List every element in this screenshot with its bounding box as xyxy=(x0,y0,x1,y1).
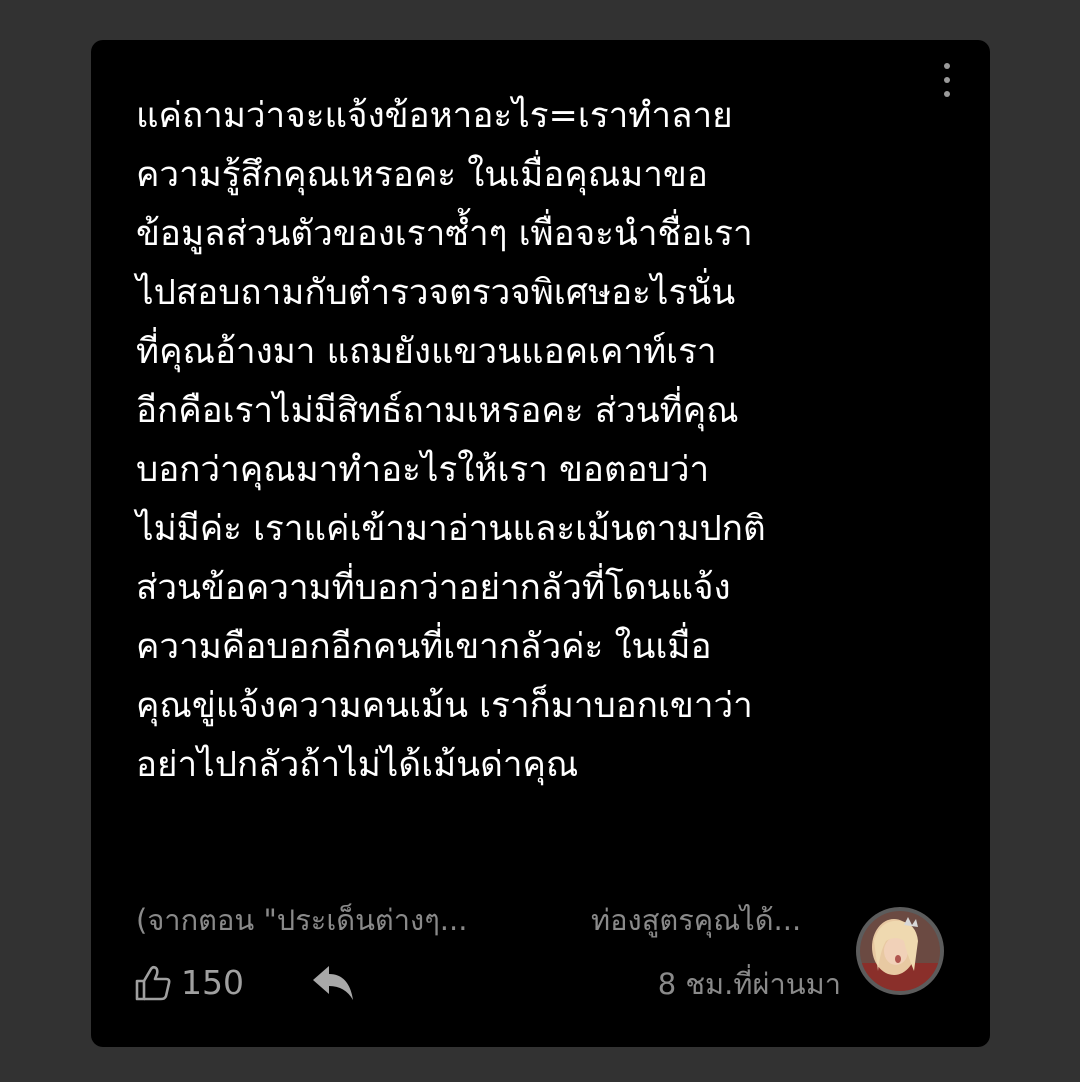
episode-source-link[interactable]: (จากตอน "ประเด็นต่างๆ... xyxy=(136,900,516,940)
comment-line: คุณขู่แจ้งความคนเม้น เราก็มาบอกเขาว่า xyxy=(136,686,753,726)
comment-line: แค่ถามว่าจะแจ้งข้อหาอะไร=เราทำลาย xyxy=(136,96,733,136)
more-vertical-icon xyxy=(944,63,950,69)
more-options-button[interactable] xyxy=(929,60,965,100)
comment-line: ที่คุณอ้างมา แถมยังแขวนแอคเคาท์เรา xyxy=(136,332,717,372)
comment-line: บอกว่าคุณมาทำอะไรให้เรา ขอตอบว่า xyxy=(136,450,710,490)
comment-body: แค่ถามว่าจะแจ้งข้อหาอะไร=เราทำลาย ความรู… xyxy=(136,87,856,795)
avatar-image xyxy=(860,911,940,991)
comment-line: ไม่มีค่ะ เราแค่เข้ามาอ่านและเม้นตามปกติ xyxy=(136,509,766,549)
thumbs-up-icon xyxy=(135,965,171,1001)
comment-line: ส่วนข้อความที่บอกว่าอย่ากลัวที่โดนแจ้ง xyxy=(136,568,731,608)
reply-button[interactable] xyxy=(309,960,357,1008)
comment-timestamp: 8 ชม.ที่ผ่านมา xyxy=(657,967,841,1001)
comment-line: อย่าไปกลัวถ้าไม่ได้เม้นด่าคุณ xyxy=(136,745,579,785)
like-button[interactable]: 150 xyxy=(133,958,244,1008)
reply-arrow-icon xyxy=(313,966,353,1000)
author-name[interactable]: ท่องสูตรคุณได้... xyxy=(591,900,841,940)
more-vertical-icon-dot xyxy=(944,91,950,97)
comment-line: ความคือบอกอีกคนที่เขากลัวค่ะ ในเมื่อ xyxy=(136,627,712,667)
author-avatar[interactable] xyxy=(856,907,944,995)
comment-line: ข้อมูลส่วนตัวของเราซ้ำๆ เพื่อจะนำชื่อเรา xyxy=(136,214,753,254)
comment-line: ความรู้สึกคุณเหรอคะ ในเมื่อคุณมาขอ xyxy=(136,155,708,195)
comment-line: อีกคือเราไม่มีสิทธ์ถามเหรอคะ ส่วนที่คุณ xyxy=(136,391,739,431)
comment-card: แค่ถามว่าจะแจ้งข้อหาอะไร=เราทำลาย ความรู… xyxy=(91,40,990,1047)
like-count: 150 xyxy=(181,963,244,1002)
comment-line: ไปสอบถามกับตำรวจตรวจพิเศษอะไรนั่น xyxy=(136,273,736,313)
more-vertical-icon-dot xyxy=(944,77,950,83)
